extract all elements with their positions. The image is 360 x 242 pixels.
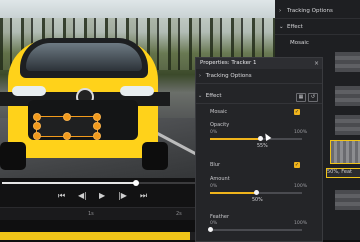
tracking-options-label: Tracking Options [287, 8, 333, 14]
opacity-value: 55% [257, 144, 268, 149]
car-windshield [26, 43, 142, 71]
tracker-handle-right[interactable] [93, 122, 101, 130]
panel-row-tracking[interactable]: › Tracking Options [275, 5, 360, 19]
tracker-handle-top[interactable] [63, 113, 71, 121]
effect-thumbnail[interactable] [335, 115, 360, 135]
thumbnail-label: 50%, Feat [326, 168, 360, 178]
chevron-right-icon: › [198, 73, 202, 79]
mosaic-label: Mosaic [210, 109, 228, 115]
amount-min: 0% [210, 184, 218, 189]
section-effect[interactable]: ⌄ Effect ▦ ↺ [196, 90, 322, 104]
feather-label: Feather [210, 214, 230, 220]
skip-start-icon[interactable]: ⏮ [58, 192, 65, 200]
scrub-knob[interactable] [133, 180, 139, 186]
chevron-right-icon: › [279, 8, 282, 14]
blur-label: Blur [210, 162, 221, 168]
car-wheel-right [142, 142, 168, 170]
effect-label: Effect [287, 24, 303, 30]
scrub-progress [2, 182, 136, 184]
feather-slider[interactable] [210, 229, 302, 231]
tracker-handle-bottom-left[interactable] [33, 132, 41, 140]
car-headlight-left [12, 86, 46, 96]
amount-slider-fill [210, 192, 256, 194]
skip-end-icon[interactable]: ⏭ [140, 192, 147, 200]
effect-label: Effect [205, 93, 222, 99]
mosaic-checkbox[interactable]: ✓ [294, 109, 300, 115]
panel-row-effect[interactable]: ⌄ Effect [275, 21, 360, 35]
chevron-down-icon: ⌄ [279, 24, 284, 30]
opacity-label: Opacity [210, 122, 230, 128]
opacity-slider-fill [210, 138, 261, 140]
opacity-min: 0% [210, 130, 218, 135]
car-wheel-left [0, 142, 26, 170]
section-tracking-options[interactable]: › Tracking Options [196, 70, 322, 84]
tracker-handle-top-right[interactable] [93, 113, 101, 121]
effect-thumbnail[interactable] [335, 52, 360, 72]
amount-value: 50% [252, 198, 263, 203]
tracker-handle-left[interactable] [33, 122, 41, 130]
grid-view-icon[interactable]: ▦ [296, 93, 306, 102]
chevron-down-icon: ⌄ [197, 93, 203, 99]
properties-panel: Properties: Tracker 1 × › Tracking Optio… [195, 57, 323, 242]
effect-thumbnail[interactable] [335, 190, 360, 210]
step-back-icon[interactable]: ◀| [78, 192, 87, 200]
tracking-options-label: Tracking Options [205, 73, 252, 79]
feather-min: 0% [210, 221, 218, 226]
tracker-handle-top-left[interactable] [33, 113, 41, 121]
amount-label: Amount [210, 176, 230, 182]
tracker-handle-bottom[interactable] [63, 132, 71, 140]
feather-slider-knob[interactable] [208, 227, 213, 232]
effect-thumbnail-selected[interactable] [330, 140, 360, 164]
ruler-tick: 1s [88, 211, 94, 217]
amount-slider-knob[interactable] [253, 190, 259, 195]
feather-max: 100% [294, 221, 308, 226]
mosaic-label: Mosaic [290, 40, 309, 46]
step-forward-icon[interactable]: |▶ [118, 192, 127, 200]
amount-max: 100% [294, 184, 308, 189]
properties-title: Properties: Tracker 1 [196, 58, 322, 69]
opacity-max: 100% [294, 130, 308, 135]
opacity-slider-knob[interactable] [258, 136, 264, 141]
reset-icon[interactable]: ↺ [308, 93, 318, 102]
effect-thumbnail[interactable] [335, 86, 360, 106]
car-headlight-right [120, 86, 154, 96]
ruler-tick: 2s [176, 211, 182, 217]
timeline-clip[interactable] [0, 232, 190, 240]
blur-checkbox[interactable]: ✓ [294, 162, 300, 168]
tracker-handle-bottom-right[interactable] [93, 132, 101, 140]
close-icon[interactable]: × [314, 58, 319, 69]
play-icon[interactable]: ▶ [99, 192, 105, 200]
